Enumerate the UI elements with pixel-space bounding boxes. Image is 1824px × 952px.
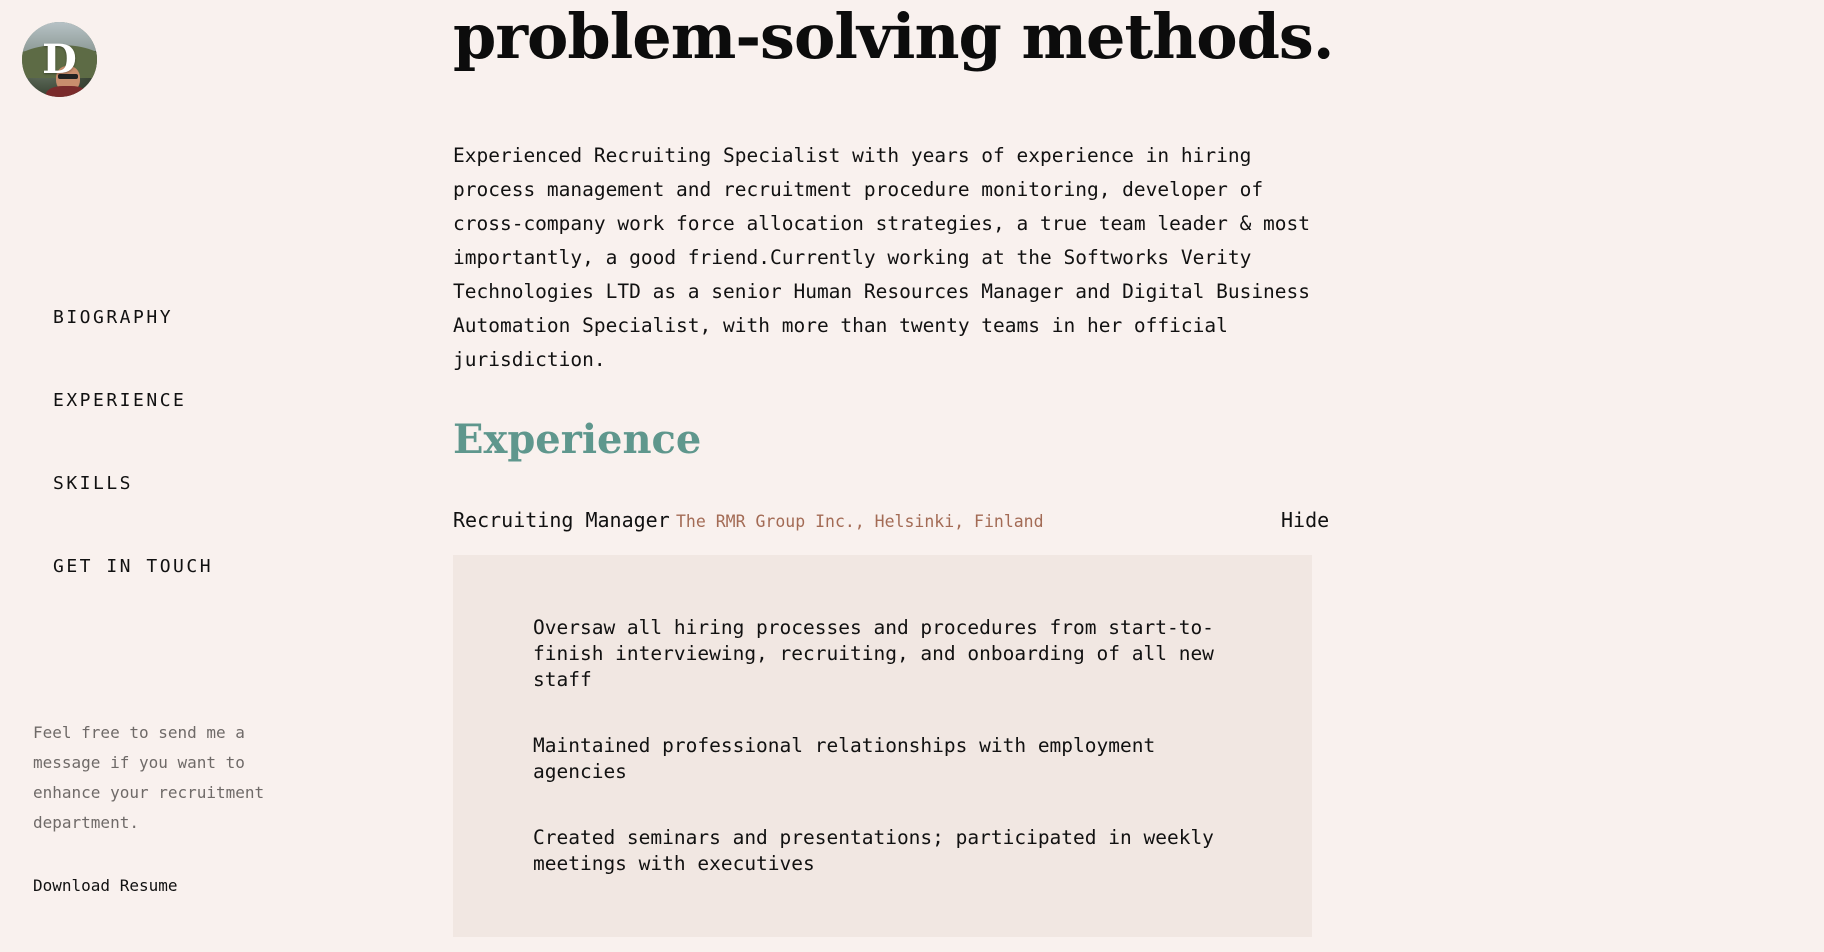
job-duty-item: Oversaw all hiring processes and procedu… xyxy=(533,616,1214,691)
nav-item-get-in-touch[interactable]: GET IN TOUCH xyxy=(53,556,213,577)
job-title: Recruiting Manager xyxy=(453,508,670,532)
biography-text: Experienced Recruiting Specialist with y… xyxy=(453,144,1311,371)
avatar[interactable]: D xyxy=(22,22,97,97)
nav-item-experience[interactable]: EXPERIENCE xyxy=(53,390,186,411)
job-duty-item: Created seminars and presentations; part… xyxy=(533,826,1214,875)
page-headline: problem-solving methods. xyxy=(453,0,1334,73)
job-header: Recruiting Manager The RMR Group Inc., H… xyxy=(453,506,1333,540)
contact-note: Feel free to send me a message if you wa… xyxy=(33,723,265,832)
nav-item-skills[interactable]: SKILLS xyxy=(53,473,133,494)
job-company: The RMR Group Inc., Helsinki, Finland xyxy=(676,512,1044,531)
nav-item-biography[interactable]: BIOGRAPHY xyxy=(53,307,173,328)
experience-heading: Experience xyxy=(453,416,702,463)
job-details-panel: Oversaw all hiring processes and procedu… xyxy=(453,555,1312,937)
hide-toggle-button[interactable]: Hide xyxy=(1281,508,1329,532)
download-resume-link[interactable]: Download Resume xyxy=(33,876,178,895)
avatar-initial: D xyxy=(42,36,77,83)
job-duty-item: Maintained professional relationships wi… xyxy=(533,734,1156,783)
